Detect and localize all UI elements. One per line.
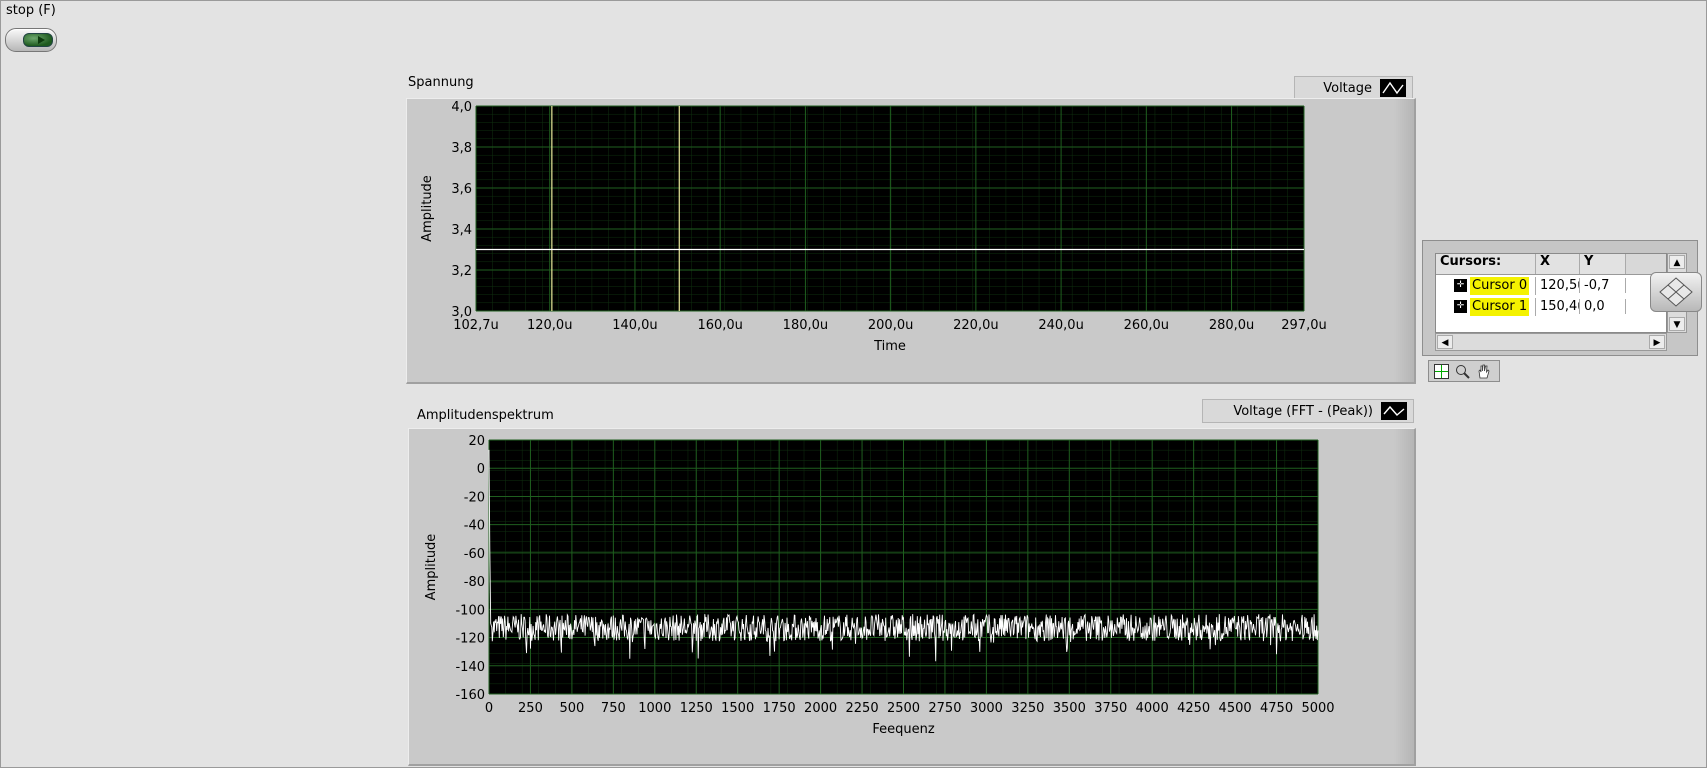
cursor-header-x: X — [1536, 254, 1580, 274]
x-tick-label: 4750 — [1260, 701, 1293, 716]
x-tick-label: 260,0u — [1124, 318, 1169, 333]
zoom-tool-icon[interactable] — [1454, 363, 1471, 379]
x-tick-label: 2500 — [887, 701, 920, 716]
y-tick-label: 0 — [477, 462, 485, 477]
x-tick-label: 4500 — [1219, 701, 1252, 716]
scroll-up-icon[interactable]: ▲ — [1669, 255, 1685, 269]
y-axis-label: Amplitude — [420, 175, 435, 242]
x-tick-label: 250 — [518, 701, 543, 716]
x-tick-label: 280,0u — [1209, 318, 1254, 333]
crosshair-icon[interactable]: ✛ — [1454, 300, 1467, 313]
x-tick-label: 2000 — [804, 701, 837, 716]
major-grid — [488, 439, 1319, 695]
x-axis-label: Feequenz — [872, 722, 934, 737]
y-tick-label: 3,6 — [451, 182, 472, 197]
x-tick-label: 180,0u — [783, 318, 828, 333]
y-tick-label: -120 — [455, 632, 485, 647]
x-tick-label: 3250 — [1011, 701, 1044, 716]
graph-tools-palette — [1428, 360, 1500, 382]
cursor-list-header: Cursors: X Y — [1436, 254, 1666, 275]
x-tick-label: 3500 — [1053, 701, 1086, 716]
cursor-y: 0,0 — [1580, 299, 1626, 314]
waveform-icon — [1381, 402, 1407, 420]
cursor-row[interactable]: ✛Cursor 0 120,5u -0,7 — [1436, 275, 1666, 296]
graph1-plot[interactable]: 102,7u 120,0u 140,0u 160,0u 180,0u 200,0u 220,… — [407, 99, 1415, 383]
graph1-title: Spannung — [408, 75, 474, 90]
graph1-plot-legend[interactable]: Voltage — [1294, 76, 1413, 100]
y-tick-label: 3,8 — [451, 141, 472, 156]
graph2-legend-label: Voltage (FFT - (Peak)) — [1233, 403, 1373, 419]
x-tick-label: 102,7u — [453, 318, 498, 333]
cursor-mover-diamond-icon — [1659, 277, 1693, 307]
cursor-mover-button[interactable] — [1650, 272, 1702, 312]
y-tick-label: 3,2 — [451, 264, 472, 279]
graph2-panel: 0 250 500 750 1000 1250 1500 1750 2000 2250 2500 27… — [408, 428, 1416, 766]
y-tick-label: 3,0 — [451, 305, 472, 320]
x-tick-label: 200,0u — [868, 318, 913, 333]
cursor-header-spare — [1626, 254, 1666, 274]
waveform-icon — [1380, 79, 1406, 97]
x-tick-label: 160,0u — [697, 318, 742, 333]
y-tick-label: -80 — [464, 575, 485, 590]
scroll-left-icon[interactable]: ◀ — [1437, 335, 1453, 349]
y-tick-label: -60 — [464, 547, 485, 562]
x-tick-label: 120,0u — [527, 318, 572, 333]
cursor-y: -0,7 — [1580, 278, 1626, 293]
graph1-panel: 102,7u 120,0u 140,0u 160,0u 180,0u 200,0u 220,… — [406, 98, 1416, 384]
x-tick-label: 1500 — [721, 701, 754, 716]
x-tick-label: 1250 — [680, 701, 713, 716]
cursor-name: Cursor 1 — [1470, 297, 1530, 316]
y-tick-label: 3,4 — [451, 223, 472, 238]
x-tick-label: 3750 — [1094, 701, 1127, 716]
x-tick-label: 297,0u — [1281, 318, 1326, 333]
y-axis-label: Amplitude — [424, 534, 439, 601]
x-tick-label: 140,0u — [612, 318, 657, 333]
cursor-x: 120,5u — [1536, 278, 1580, 293]
x-tick-label: 4000 — [1136, 701, 1169, 716]
x-tick-label: 2750 — [928, 701, 961, 716]
y-tick-label: -40 — [464, 519, 485, 534]
x-tick-label: 4250 — [1177, 701, 1210, 716]
graph1-legend-label: Voltage — [1323, 80, 1372, 96]
cursor-row[interactable]: ✛Cursor 1 150,4u 0,0 — [1436, 296, 1666, 317]
cursor-list[interactable]: Cursors: X Y ✛Cursor 0 120,5u -0,7 ✛Curs… — [1435, 253, 1667, 333]
x-tick-label: 1000 — [638, 701, 671, 716]
crosshair-icon[interactable]: ✛ — [1454, 279, 1467, 292]
cursor-tool-icon[interactable] — [1433, 363, 1450, 379]
graph2-plot[interactable]: 0 250 500 750 1000 1250 1500 1750 2000 2250 2500 27… — [409, 429, 1415, 765]
pan-hand-icon[interactable] — [1475, 363, 1492, 379]
cursor-x: 150,4u — [1536, 299, 1580, 314]
stop-button[interactable] — [5, 28, 57, 52]
cursor-header-y: Y — [1580, 254, 1626, 274]
x-tick-label: 1750 — [763, 701, 796, 716]
scroll-down-icon[interactable]: ▼ — [1669, 317, 1685, 331]
y-tick-label: -140 — [455, 660, 485, 675]
y-tick-label: -100 — [455, 603, 485, 618]
y-tick-label: 20 — [468, 434, 485, 449]
cursor-horizontal-scrollbar[interactable]: ◀ ▶ — [1435, 333, 1667, 351]
y-tick-label: -20 — [464, 490, 485, 505]
x-tick-label: 500 — [559, 701, 584, 716]
stop-label: stop (F) — [6, 3, 56, 18]
scroll-right-icon[interactable]: ▶ — [1649, 335, 1665, 349]
graph2-plot-legend[interactable]: Voltage (FFT - (Peak)) — [1202, 399, 1414, 423]
x-tick-label: 240,0u — [1038, 318, 1083, 333]
cursor-header-name: Cursors: — [1436, 254, 1536, 274]
x-tick-label: 0 — [485, 701, 493, 716]
play-triangle-icon — [38, 36, 45, 44]
x-tick-label: 5000 — [1301, 701, 1334, 716]
y-tick-label: -160 — [455, 688, 485, 703]
x-tick-label: 3000 — [970, 701, 1003, 716]
graph2-title: Amplitudenspektrum — [417, 408, 554, 423]
x-axis-label: Time — [873, 339, 906, 354]
cursor-name: Cursor 0 — [1470, 276, 1530, 295]
x-tick-label: 220,0u — [953, 318, 998, 333]
y-tick-label: 4,0 — [451, 100, 472, 115]
x-tick-label: 750 — [601, 701, 626, 716]
x-tick-label: 2250 — [846, 701, 879, 716]
